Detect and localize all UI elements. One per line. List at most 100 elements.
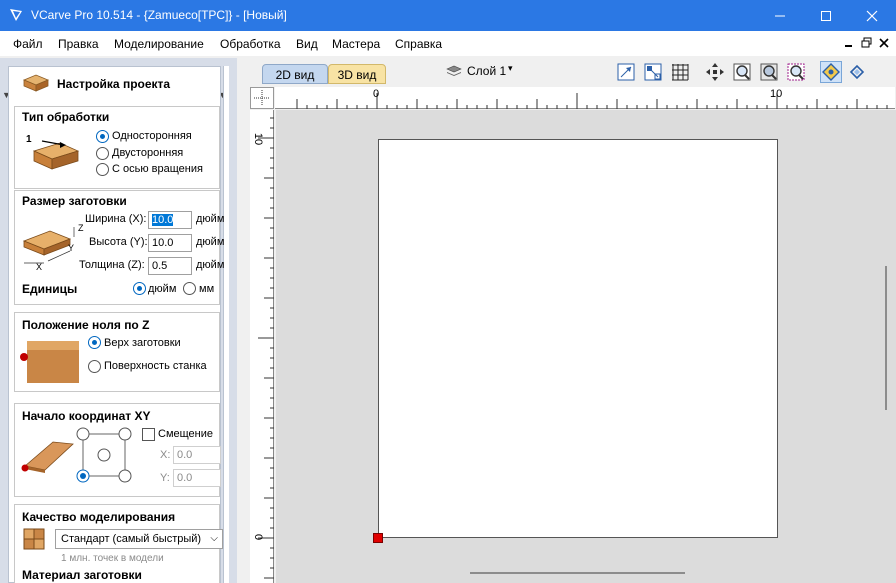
modelling-quality-select[interactable]: Стандарт (самый быстрый) ⌵ [55, 529, 223, 549]
units-inch-label: дюйм [148, 283, 177, 295]
offset-x-input[interactable]: 0.0 [173, 446, 221, 464]
menu-bar: Файл Правка Моделирование Обработка Вид … [0, 31, 896, 56]
units-mm-label: мм [199, 283, 215, 295]
single-sided-block-icon [32, 140, 80, 170]
material-title: Материал заготовки [22, 568, 142, 582]
menu-edit[interactable]: Правка [58, 37, 99, 51]
z-zero-block-icon [20, 341, 79, 383]
units-mm-radio[interactable] [183, 282, 196, 295]
offset-checkbox[interactable] [142, 428, 155, 441]
panel-title: Настройка проекта [57, 77, 171, 91]
menu-help[interactable]: Справка [395, 37, 442, 51]
material-sheet[interactable] [378, 139, 778, 538]
vertical-scrollbar[interactable] [885, 266, 887, 410]
move-icon [706, 63, 724, 81]
modelling-quality-title: Качество моделирования [22, 510, 176, 524]
snap-button[interactable] [820, 61, 842, 83]
modelling-quality-section: Качество моделирования Стандарт (самый б… [14, 504, 223, 583]
axis-x-label: X [36, 262, 43, 272]
ruler-label-h-10: 10 [770, 88, 783, 100]
zoom-selection-icon [787, 63, 805, 81]
menu-file[interactable]: Файл [13, 37, 43, 51]
offset-y-input[interactable]: 0.0 [173, 469, 221, 487]
layers-icon [446, 65, 462, 76]
thickness-input[interactable]: 0.5 [148, 257, 192, 275]
zoom-button[interactable] [731, 61, 753, 83]
job-type-single-radio[interactable] [96, 130, 109, 143]
zoom-extents-button[interactable] [758, 61, 780, 83]
window-title: VCarve Pro 10.514 - {Zamueco[TPC]} - [Но… [31, 8, 287, 22]
vcarve-logo-icon [10, 9, 22, 21]
layer-selector[interactable]: Слой 1 ▾ [446, 63, 516, 81]
menu-modelling[interactable]: Моделирование [114, 37, 204, 51]
z-zero-title: Положение ноля по Z [22, 318, 150, 332]
z-zero-top-radio[interactable] [88, 336, 101, 349]
menu-toolpaths[interactable]: Обработка [220, 37, 281, 51]
ruler-label-v-0: 0 [252, 533, 265, 541]
datum-origin-marker [373, 533, 383, 543]
menu-gadgets[interactable]: Мастера [332, 37, 380, 51]
tab-3d-view[interactable]: 3D вид [328, 64, 386, 84]
transform-button[interactable] [846, 61, 868, 83]
chevron-down-icon: ⌵ [210, 533, 218, 544]
mdi-minimize-icon[interactable] [843, 37, 855, 49]
select-button[interactable] [615, 61, 637, 83]
minimize-button[interactable] [757, 0, 803, 31]
title-bar: VCarve Pro 10.514 - {Zamueco[TPC]} - [Но… [0, 0, 896, 31]
ruler-corner[interactable] [250, 87, 274, 109]
job-type-double-label: Двусторонняя [112, 147, 184, 159]
width-label: Ширина (X): [85, 213, 147, 225]
tab-2d-view[interactable]: 2D вид [262, 64, 328, 84]
horizontal-scrollbar[interactable] [470, 572, 685, 574]
grid-icon [672, 64, 689, 81]
mdi-restore-icon[interactable] [861, 37, 873, 49]
close-icon [866, 10, 878, 21]
horizontal-ruler-ticks [296, 93, 888, 109]
thickness-unit: дюйм [196, 259, 225, 271]
layer-dropdown-icon: ▾ [508, 63, 513, 73]
axis-z-label: Z [78, 223, 84, 233]
transform-icon [849, 64, 865, 80]
maximize-icon [821, 10, 831, 21]
node-edit-button[interactable] [642, 61, 664, 83]
job-type-title: Тип обработки [22, 110, 110, 124]
width-input[interactable]: 10.0 [148, 211, 192, 229]
layer-name: Слой 1 [467, 64, 507, 78]
z-zero-bed-label: Поверхность станка [104, 360, 207, 372]
zoom-selection-button[interactable] [785, 61, 807, 83]
units-inch-radio[interactable] [133, 282, 146, 295]
axis-y-label: Y [68, 243, 75, 253]
units-label: Единицы [22, 282, 78, 296]
height-input[interactable]: 10.0 [148, 234, 192, 252]
minimize-icon [775, 15, 785, 16]
xy-datum-title: Начало координат XY [22, 409, 151, 423]
panel-scroll-stripe [223, 66, 229, 583]
close-button[interactable] [849, 0, 895, 31]
z-zero-section: Положение ноля по Z Верх заготовки Повер… [14, 312, 220, 392]
zoom-icon [733, 63, 751, 81]
modelling-quality-note: 1 млн. точек в модели [61, 553, 164, 564]
width-unit: дюйм [196, 213, 225, 225]
ruler-label-v-10: 10 [252, 132, 265, 146]
move-button[interactable] [704, 61, 726, 83]
height-label: Высота (Y): [89, 236, 148, 248]
z-zero-bed-radio[interactable] [88, 360, 101, 373]
job-type-rotary-radio[interactable] [96, 163, 109, 176]
maximize-button[interactable] [803, 0, 849, 31]
zoom-extents-icon [760, 63, 778, 81]
ruler-label-h-0: 0 [373, 88, 380, 100]
job-type-rotary-label: С осью вращения [112, 163, 203, 175]
crosshair-icon [254, 90, 270, 106]
vertical-ruler: 10 0 [250, 110, 274, 583]
thickness-label: Толщина (Z): [79, 259, 145, 271]
snap-icon [822, 63, 840, 81]
material-block-icon [22, 74, 50, 92]
mdi-close-icon[interactable] [878, 37, 890, 49]
xy-datum-section: Начало координат XY Смещение X: 0.0 Y: 0… [14, 403, 221, 497]
xy-datum-plate-icon [21, 441, 74, 473]
menu-view[interactable]: Вид [296, 37, 318, 51]
grid-button[interactable] [669, 61, 691, 83]
job-type-section: Тип обработки 1 Односторонняя Двусторонн… [14, 106, 220, 189]
job-type-double-radio[interactable] [96, 147, 109, 160]
height-unit: дюйм [196, 236, 225, 248]
